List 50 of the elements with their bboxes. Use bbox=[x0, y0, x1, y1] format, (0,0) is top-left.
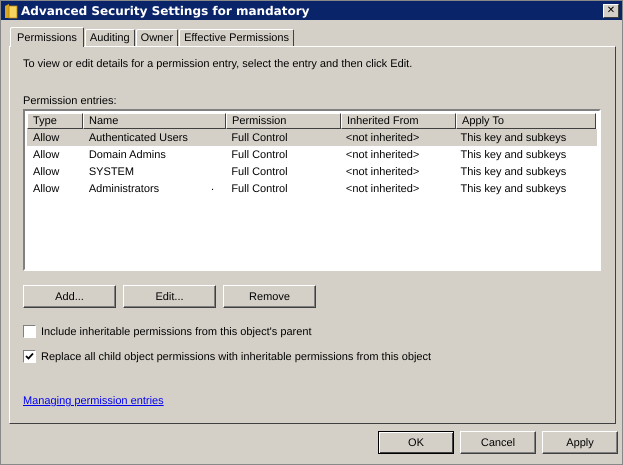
table-cell: Administrators bbox=[88, 182, 160, 194]
dialog-button[interactable]: OK bbox=[378, 431, 454, 454]
instruction-text: To view or edit details for a permission entry, select the entry and then click Edit. bbox=[23, 58, 414, 72]
dialog-button[interactable]: Cancel bbox=[460, 431, 536, 454]
table-cell: <not inherited> bbox=[346, 132, 420, 144]
checkbox[interactable] bbox=[23, 350, 36, 363]
table-row[interactable]: Allow Administrators Full Control <not inherited> This key and subkeys . bbox=[27, 180, 597, 197]
table-cell: Allow bbox=[33, 182, 60, 194]
table-cell: Allow bbox=[33, 132, 60, 144]
table-row[interactable]: Allow Authenticated Users Full Control <not inherited> This key and subkeys bbox=[27, 129, 597, 146]
column-header[interactable]: Inherited From bbox=[341, 113, 456, 129]
table-cell: This key and subkeys bbox=[460, 166, 566, 178]
table-cell: This key and subkeys bbox=[460, 148, 566, 160]
checkbox[interactable] bbox=[23, 325, 36, 338]
checkbox-label: Replace all child object permissions with inheritable permissions from this object bbox=[41, 350, 432, 362]
table-cell: Full Control bbox=[231, 132, 288, 144]
entry-button[interactable]: Remove bbox=[223, 285, 316, 308]
entries-label: Permission entries: bbox=[23, 95, 118, 109]
table-cell: Domain Admins bbox=[88, 148, 166, 160]
table-cell: SYSTEM bbox=[88, 166, 134, 178]
column-header[interactable]: Apply To bbox=[456, 113, 596, 129]
tab[interactable]: Permissions bbox=[10, 27, 84, 47]
table-cell: Full Control bbox=[231, 182, 288, 194]
table-cell: This key and subkeys bbox=[460, 132, 566, 144]
table-cell: Full Control bbox=[231, 148, 288, 160]
table-cell: Allow bbox=[33, 148, 60, 160]
table-cell: This key and subkeys bbox=[460, 182, 566, 194]
help-link[interactable]: Managing permission entries bbox=[23, 395, 164, 407]
dialog-button[interactable]: Apply bbox=[542, 431, 618, 454]
column-header[interactable]: Type bbox=[27, 113, 83, 129]
tab[interactable]: Owner bbox=[136, 29, 178, 46]
table-row[interactable]: Allow SYSTEM Full Control <not inherited> This key and subkeys bbox=[27, 163, 597, 180]
table-cell: Allow bbox=[33, 166, 60, 178]
table-cell: <not inherited> bbox=[346, 182, 420, 194]
entry-button[interactable]: Add... bbox=[23, 285, 116, 308]
table-row[interactable]: Allow Domain Admins Full Control <not inherited> This key and subkeys bbox=[27, 146, 597, 163]
window-title: Advanced Security Settings for mandatory bbox=[21, 4, 310, 18]
tab[interactable]: Auditing bbox=[84, 29, 135, 46]
table-cell: <not inherited> bbox=[346, 166, 420, 178]
column-header[interactable]: Permission bbox=[226, 113, 341, 129]
table-cell: Authenticated Users bbox=[88, 132, 188, 144]
close-button[interactable]: ✕ bbox=[603, 4, 619, 18]
table-cell: <not inherited> bbox=[346, 148, 420, 160]
stray-mark: . bbox=[211, 181, 214, 193]
table-cell: Full Control bbox=[231, 166, 288, 178]
tab[interactable]: Effective Permissions bbox=[179, 29, 294, 46]
checkbox-label: Include inheritable permissions from this object's parent bbox=[41, 326, 312, 338]
column-header[interactable]: Name bbox=[83, 113, 226, 129]
folder-icon bbox=[4, 2, 18, 18]
entry-button[interactable]: Edit... bbox=[123, 285, 216, 308]
